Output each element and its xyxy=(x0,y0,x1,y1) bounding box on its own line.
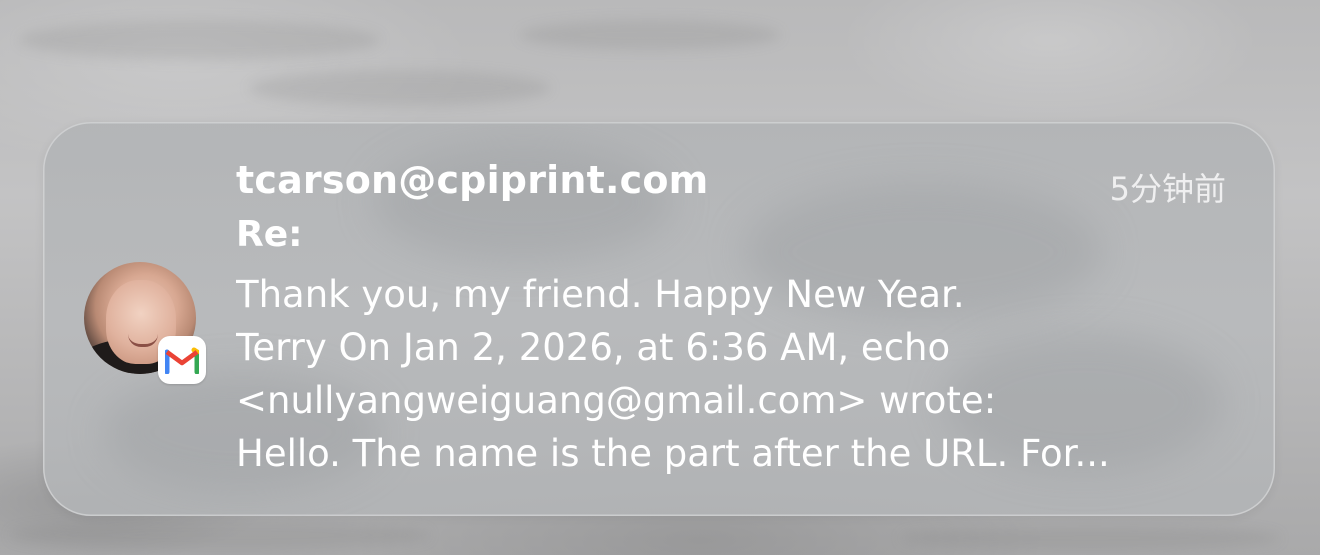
email-subject: Re: xyxy=(236,214,303,255)
preview-line: <nullyangweiguang@gmail.com> wrote: xyxy=(236,379,997,422)
gmail-logo xyxy=(165,347,199,374)
sender-email: tcarson@cpiprint.com xyxy=(236,158,709,202)
wallpaper-texture xyxy=(20,20,380,60)
preview-line: Terry On Jan 2, 2026, at 6:36 AM, echo xyxy=(236,326,951,369)
wallpaper-texture xyxy=(10,520,430,550)
preview-line: Thank you, my friend. Happy New Year. xyxy=(236,273,965,316)
wallpaper-texture xyxy=(520,20,780,50)
timestamp: 5分钟前 xyxy=(1109,170,1226,208)
gmail-icon xyxy=(158,336,206,384)
email-preview: Thank you, my friend. Happy New Year. Te… xyxy=(236,268,1206,480)
preview-line: Hello. The name is the part after the UR… xyxy=(236,432,1110,475)
wallpaper-texture xyxy=(250,70,550,106)
wallpaper-texture xyxy=(900,525,1280,551)
